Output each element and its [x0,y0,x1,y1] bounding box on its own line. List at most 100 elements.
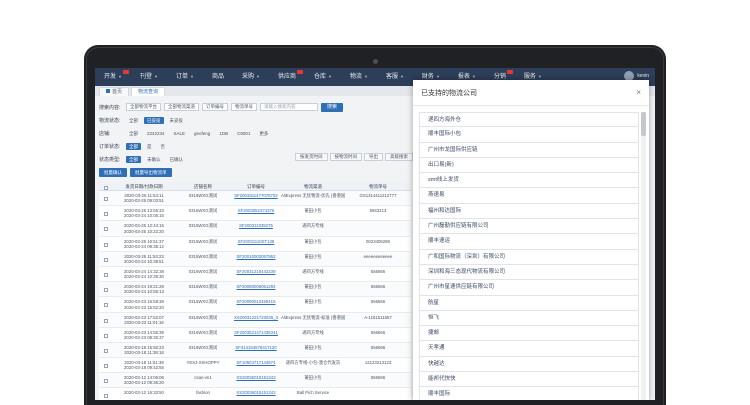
row-checkbox[interactable] [99,267,113,281]
chip-no[interactable]: 否 [158,143,169,150]
sort-by-logistics-time-button[interactable]: 按物流时间 [329,153,362,161]
row-checkbox[interactable] [99,373,113,387]
nav-item-purchase[interactable]: 采购 ▼ [233,68,269,86]
list-item[interactable]: 航星 [419,295,639,311]
order-field-select[interactable]: 订单编号 [202,103,228,111]
table-row[interactable]: 2020-03-23 14:55:39 2020-03-23 09:35:37 03… [99,327,411,343]
chip-store[interactable]: C9001 [234,130,253,137]
chip-store[interactable]: 2242234 [144,130,168,137]
order-link[interactable]: SF2003052374376 [231,206,281,220]
chip-unconfirmed[interactable]: 未确认 [144,156,164,163]
order-link[interactable]: SF10504717144874 [231,358,281,372]
list-item[interactable]: 燕速易 [419,188,639,204]
chip-yes[interactable]: 是 [144,143,155,150]
order-link[interactable]: SF20080005051284 [231,282,281,296]
chip-more[interactable]: 更多 [256,130,271,137]
search-button[interactable]: 搜索 [321,102,344,112]
row-checkbox[interactable] [99,237,113,251]
order-link[interactable]: SF20090012459415 [231,297,281,311]
list-item[interactable]: 递四方海外仓 [419,112,639,128]
chip-confirmed[interactable]: 已确认 [167,156,187,163]
batch-confirm-button[interactable]: 批量确认 [99,168,127,177]
table-row[interactable]: 2020-03-23 16:59:38 2020-03-23 15:52:20 03… [99,297,411,313]
channel-select[interactable]: 全部物流渠道 [164,103,199,111]
row-checkbox[interactable] [99,297,113,311]
row-checkbox[interactable] [99,221,113,235]
order-link[interactable]: SF2003521471436341 [231,328,281,342]
order-link[interactable]: XS20031221723045_3 [231,313,281,327]
table-row[interactable]: 2020-03-24 14:32:38 2020-03-24 10:39:30 03… [99,266,411,283]
table-row[interactable]: 2020-03-25 11:54:11 2020-03-25 09:03:51 03… [99,191,411,207]
scrollbar[interactable] [641,112,646,400]
nav-item-products[interactable]: 商品 [203,68,233,86]
platform-select[interactable]: 全部物流平台 [126,103,161,111]
list-item[interactable]: 广和国际物流（深圳）有限公司 [419,249,639,265]
table-row[interactable]: 2020-03-25 11:53:23 2020-03-24 10:39:51 03… [99,251,411,267]
row-checkbox[interactable] [99,191,113,205]
order-link[interactable]: SF2003311477075702 [231,191,281,205]
select-all-checkbox[interactable] [99,182,113,190]
chip-store[interactable]: 全部 [126,130,141,137]
list-item[interactable]: 恒飞 [419,310,639,327]
table-row[interactable]: 2020-03-25 10:51:37 2020-03-24 09:36:12 03… [99,236,411,252]
row-checkbox[interactable] [99,252,113,266]
order-link[interactable]: SF20031110ST138 [231,237,281,251]
row-checkbox[interactable] [99,282,113,296]
list-item[interactable]: 天孝通 [419,341,639,357]
chip-all[interactable]: 全部 [126,155,141,163]
chip-all[interactable]: 全部 [126,142,141,150]
close-icon[interactable]: × [636,88,641,97]
sort-by-ship-time-button[interactable]: 按发货时间 [295,153,328,161]
row-checkbox[interactable] [99,206,113,220]
order-link[interactable]: SF20031215442239 [231,267,281,281]
chip-store[interactable]: geofeng [191,130,213,137]
nav-item-supplier[interactable]: 供应商 [269,68,305,86]
list-item[interactable]: 顺丰速运 [419,234,639,250]
row-checkbox[interactable] [99,328,113,342]
advanced-search-button[interactable]: 高级搜索 [385,153,413,161]
nav-item-orders[interactable]: 订单 ▼ [167,68,203,86]
list-item[interactable]: 顺丰国际 [419,387,639,400]
nav-item-service[interactable]: 客服 ▼ [377,68,413,86]
list-item[interactable]: 快越达 [419,356,639,373]
list-item[interactable]: 福州和达国际 [419,203,639,220]
list-item[interactable]: 广州市龙国际供应链 [419,142,639,158]
scrollbar-thumb[interactable] [641,112,646,136]
table-row[interactable]: 2020-03-24 19:21:28 2020-03-24 10:55:13 03… [99,282,411,298]
table-row[interactable]: 2020-03-18 11:51:38 2020-03-18 09:42:55 YE… [99,358,411,374]
tab-logistics-query[interactable]: 物流查询 [131,87,166,96]
nav-item-warehouse[interactable]: 仓库 ▼ [305,68,341,86]
list-item[interactable]: 顺丰国际小包 [419,127,639,143]
tracking-field-select[interactable]: 物流单号 [231,103,257,111]
order-link[interactable]: SF414154578417120 [231,343,281,357]
list-item[interactable]: 深圳和海三态现代物流有限公司 [419,264,639,281]
search-input[interactable]: 请输入搜索内容 [260,103,318,111]
row-checkbox[interactable] [99,313,113,327]
table-row[interactable]: 2020-03-18 15:50:23 2020-03-18 11:38:18 03… [99,342,411,359]
chip-delivered[interactable]: 已妥投 [144,116,164,124]
order-link[interactable]: XS20036015151342 [231,373,281,387]
list-item[interactable]: 能邦代快快 [419,372,639,388]
chip-all[interactable]: 全部 [126,117,141,124]
table-row[interactable]: 2020-03-12 14:06:06 2020-03-12 09:36:20 cs… [99,373,411,389]
batch-export-button[interactable]: 批量导出物流单 [130,168,172,177]
tab-home[interactable]: 首页 [99,87,130,96]
order-link[interactable]: XS20036015151342 [231,388,281,400]
chip-undelivered[interactable]: 未妥投 [167,117,187,124]
table-row[interactable]: 2020-03-23 17:52:07 2020-03-23 11:01:16 03… [99,312,411,328]
row-checkbox[interactable] [99,343,113,357]
list-item[interactable]: 出口易(新) [419,157,639,174]
table-row[interactable]: 2020-03-25 13:55:33 2020-03-24 10:05:15 03… [99,206,411,222]
row-checkbox[interactable] [99,358,113,372]
chip-store[interactable]: SALE [171,130,189,137]
table-row[interactable]: 2020-03-12 16:33:50 fashion XS200360151513… [99,388,411,400]
row-checkbox[interactable] [99,388,113,400]
nav-item-listing[interactable]: 刊登 ▼ [131,68,167,86]
order-link[interactable]: SF20010003057952 [231,252,281,266]
nav-item-develop[interactable]: 开发 ▼ [95,68,131,86]
list-item[interactable]: 广州磊勤供应链有限公司 [419,219,639,235]
chip-store[interactable]: 1DB [216,130,231,137]
nav-item-logistics[interactable]: 物流 ▼ [341,68,377,86]
table-row[interactable]: 2020-03-25 12:44:15 2020-03-25 10:22:20 03… [99,221,411,237]
order-link[interactable]: SF200311035275 [231,221,281,235]
